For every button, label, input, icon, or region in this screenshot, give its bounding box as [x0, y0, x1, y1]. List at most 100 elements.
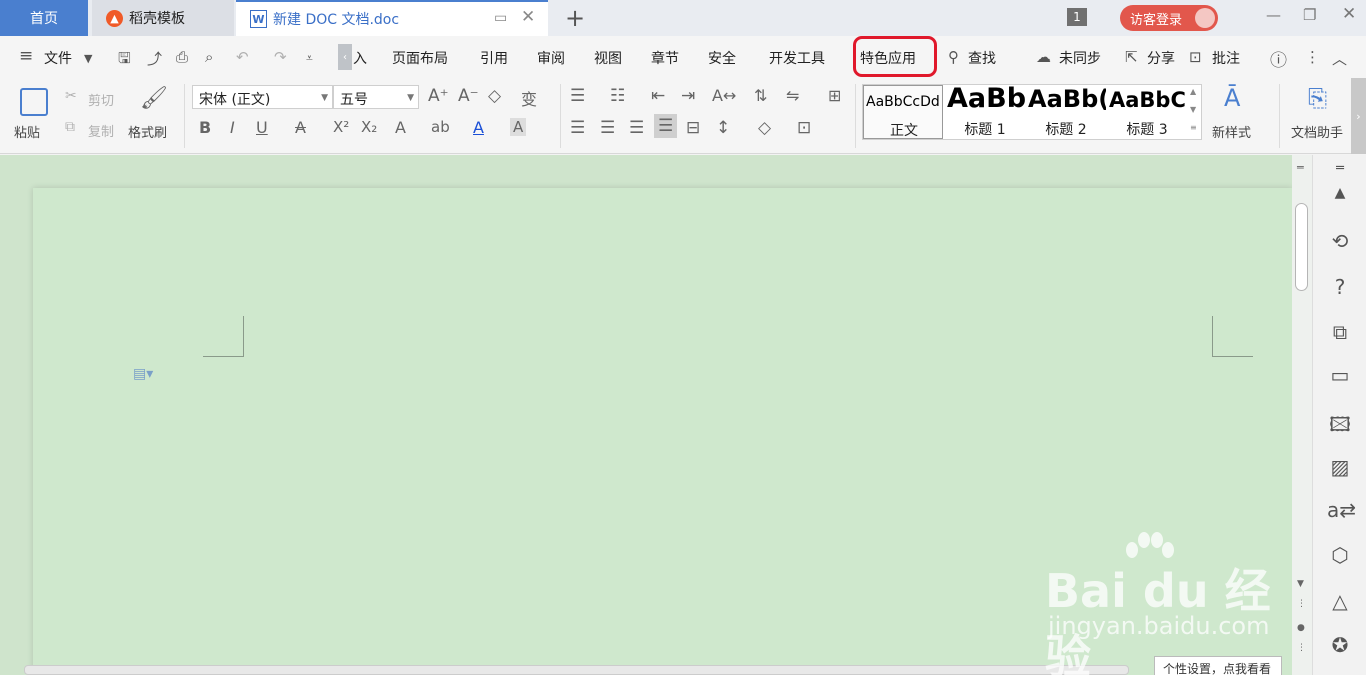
customize-toolbar-icon[interactable]: ⩡	[306, 51, 313, 66]
help-circle-icon[interactable]: ?	[1327, 275, 1353, 299]
char-shading-icon[interactable]: A	[510, 118, 527, 136]
pin-window-icon[interactable]: ▭	[494, 10, 507, 26]
panel-up-icon[interactable]: ▲	[1327, 185, 1353, 201]
paragraph-shading-icon[interactable]: ◇	[758, 118, 771, 138]
cloud-sync-icon[interactable]: ☁	[1036, 48, 1051, 66]
font-size-select[interactable]: 五号 ▼	[333, 85, 419, 109]
line-spacing-icon[interactable]: ↕	[716, 118, 730, 138]
font-color-icon[interactable]: A	[473, 118, 484, 137]
style-normal[interactable]: AaBbCcDd 正文	[863, 85, 943, 139]
format-painter-icon[interactable]: 🖌	[140, 86, 168, 111]
style-heading-3[interactable]: AaBbC 标题 3	[1107, 85, 1187, 139]
search-label[interactable]: 查找	[968, 48, 996, 68]
help-icon[interactable]: ⓘ	[1270, 46, 1287, 71]
paste-button[interactable]: 粘贴	[14, 122, 40, 141]
close-window-icon[interactable]: ✕	[1342, 4, 1356, 24]
archive-icon[interactable]: ▭	[1327, 363, 1353, 387]
visitor-login-button[interactable]: 访客登录	[1120, 5, 1218, 31]
clear-format-icon[interactable]: ◇	[488, 86, 501, 106]
format-painter-button[interactable]: 格式刷	[128, 122, 167, 141]
cut-icon[interactable]: ✂	[65, 88, 77, 104]
hamburger-icon[interactable]: ≡	[19, 46, 33, 66]
distribute-icon[interactable]: ⊟	[686, 118, 700, 138]
search-icon[interactable]: ⚲	[948, 48, 959, 66]
justify-icon[interactable]: ☰	[654, 114, 678, 138]
gallery-scroll-up-icon[interactable]: ▲	[1190, 87, 1196, 96]
image-gallery-icon[interactable]: 🖾	[1327, 410, 1353, 444]
new-style-button[interactable]: 新样式	[1212, 122, 1251, 141]
tab-daoke-templates[interactable]: ▲ 稻壳模板	[92, 0, 234, 36]
subscript-icon[interactable]: X₂	[361, 118, 377, 136]
text-direction-icon[interactable]: A↔	[712, 86, 736, 105]
table-icon[interactable]: ⊞	[828, 86, 841, 105]
horizontal-scrollbar[interactable]	[24, 665, 1129, 675]
panel-collapse-icon[interactable]: ═	[1327, 161, 1353, 176]
restore-icon[interactable]: ❐	[1303, 6, 1316, 24]
superscript-icon[interactable]: X²	[333, 118, 349, 136]
save-icon[interactable]: 🖫	[118, 48, 131, 73]
add-tab-button[interactable]: +	[565, 4, 585, 32]
strikethrough-icon[interactable]: A	[295, 118, 306, 137]
redo-icon[interactable]: ↷	[274, 48, 287, 66]
bullet-list-icon[interactable]: ☰	[570, 86, 585, 106]
minimize-icon[interactable]: —	[1266, 6, 1281, 24]
align-left-icon[interactable]: ☰	[570, 118, 585, 138]
gallery-scroll-down-icon[interactable]: ▼	[1190, 105, 1196, 114]
borders-icon[interactable]: ⊡	[797, 118, 811, 138]
translate-icon[interactable]: a⇄	[1327, 498, 1356, 522]
scroll-thumb[interactable]	[1295, 203, 1308, 291]
ribbon-scroll-right-button[interactable]: ›	[1351, 78, 1366, 154]
shrink-font-icon[interactable]: A⁻	[458, 86, 479, 106]
paragraph-layout-icon[interactable]: ▤▾	[133, 366, 153, 382]
split-handle-icon[interactable]: ═	[1297, 161, 1304, 174]
font-name-select[interactable]: 宋体 (正文) ▼	[192, 85, 333, 109]
comment-button[interactable]: 批注	[1212, 48, 1240, 68]
text-effect-icon[interactable]: A	[395, 118, 406, 137]
cut-button[interactable]: 剪切	[88, 90, 114, 109]
menu-security[interactable]: 安全	[708, 48, 736, 68]
sort-icon[interactable]: ⇅	[754, 86, 767, 105]
personalize-tooltip[interactable]: 个性设置，点我看看	[1154, 656, 1282, 675]
align-center-icon[interactable]: ☰	[600, 118, 615, 138]
collapse-ribbon-icon[interactable]: ︿	[1332, 48, 1347, 69]
print-icon[interactable]: ⎙	[176, 48, 188, 66]
history-icon[interactable]: ⟲	[1327, 229, 1353, 253]
window-count-badge[interactable]: 1	[1067, 8, 1087, 26]
menu-page-layout[interactable]: 页面布局	[392, 48, 448, 68]
doc-assistant-button[interactable]: 文档助手	[1291, 122, 1343, 141]
doc-assistant-icon[interactable]: ⎘	[1308, 84, 1327, 112]
decrease-indent-icon[interactable]: ⇤	[651, 86, 665, 106]
more-options-icon[interactable]: ⋮	[1305, 48, 1320, 66]
show-marks-icon[interactable]: ⇋	[786, 86, 799, 105]
highlight-color-icon[interactable]: ab	[431, 118, 450, 136]
shapes-icon[interactable]: ⧉	[1327, 320, 1353, 344]
picture-icon[interactable]: ▨	[1327, 455, 1353, 479]
print-preview-icon[interactable]: ⌕	[205, 48, 213, 66]
copy-button[interactable]: 复制	[88, 121, 114, 140]
tab-home[interactable]: 首页	[0, 0, 88, 36]
style-heading-2[interactable]: AaBb( 标题 2	[1026, 85, 1106, 139]
bold-icon[interactable]: B	[199, 118, 211, 137]
export-icon[interactable]: ⤴	[147, 48, 162, 69]
menu-scroll-left-button[interactable]: ‹	[338, 44, 352, 70]
sync-status[interactable]: 未同步	[1059, 48, 1101, 68]
style-heading-1[interactable]: AaBb 标题 1	[945, 85, 1025, 139]
numbered-list-icon[interactable]: ☷	[610, 86, 625, 106]
close-tab-icon[interactable]: ✕	[521, 7, 535, 27]
increase-indent-icon[interactable]: ⇥	[681, 86, 695, 106]
underline-icon[interactable]: U	[256, 118, 268, 137]
menu-insert[interactable]: 入	[353, 48, 367, 68]
menu-view[interactable]: 视图	[594, 48, 622, 68]
file-menu-chevron-icon[interactable]: ▼	[84, 52, 92, 65]
award-icon[interactable]: ✪	[1327, 633, 1353, 657]
menu-developer-tools[interactable]: 开发工具	[769, 48, 825, 68]
shield-icon[interactable]: ⬡	[1327, 543, 1353, 567]
gallery-expand-icon[interactable]: ≡	[1190, 123, 1197, 132]
share-button[interactable]: 分享	[1147, 48, 1175, 68]
comment-icon[interactable]: ⊡	[1189, 48, 1202, 66]
menu-chapter[interactable]: 章节	[651, 48, 679, 68]
menu-references[interactable]: 引用	[480, 48, 508, 68]
new-style-icon[interactable]: Ā	[1224, 84, 1240, 112]
align-right-icon[interactable]: ☰	[629, 118, 644, 138]
grow-font-icon[interactable]: A⁺	[428, 86, 449, 106]
